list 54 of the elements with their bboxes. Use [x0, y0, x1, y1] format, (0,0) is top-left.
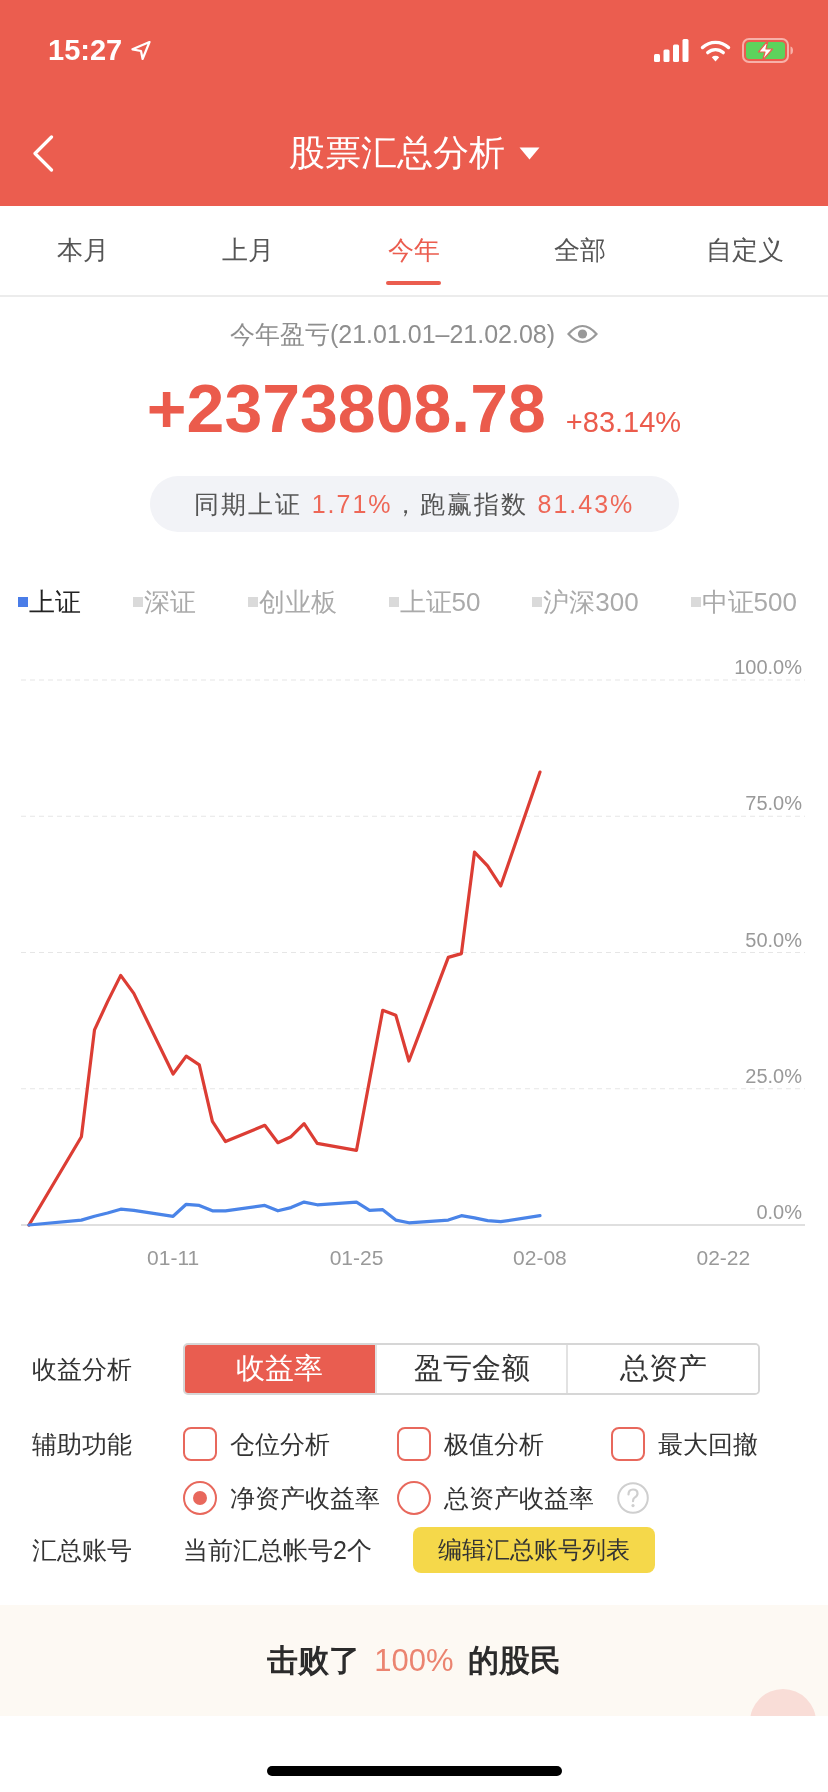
x-axis-label: 02-08 — [513, 1246, 567, 1269]
period-tab[interactable]: 自定义 — [662, 206, 828, 295]
rank-label: 击败了 — [267, 1641, 361, 1680]
checkbox[interactable] — [183, 1427, 217, 1461]
battery-charging-icon — [742, 37, 794, 63]
y-axis-label: 100.0% — [734, 656, 802, 678]
y-axis-label: 0.0% — [756, 1201, 802, 1223]
y-axis-label: 25.0% — [745, 1064, 802, 1087]
profit-amount: +2373808.78 — [146, 369, 546, 448]
comparison-label: ，跑赢指数 — [392, 488, 528, 520]
return-rate: +83.14% — [565, 405, 682, 440]
y-axis-label: 50.0% — [745, 928, 802, 951]
signal-icon — [654, 38, 689, 62]
period-tab[interactable]: 本月 — [0, 206, 166, 295]
comparison-label: 同期上证 — [193, 488, 302, 520]
radio-button[interactable] — [397, 1481, 431, 1515]
radio-button[interactable] — [183, 1481, 217, 1515]
radio-label: 净资产收益率 — [230, 1482, 380, 1514]
wifi-icon — [700, 38, 731, 62]
x-axis-label: 01-25 — [329, 1246, 384, 1269]
y-axis-label: 75.0% — [745, 792, 802, 815]
comparison-value: 1.71% — [311, 489, 393, 519]
comparison-value: 81.43% — [537, 489, 635, 519]
legend-item[interactable]: 上证 — [18, 584, 81, 620]
checkbox-label: 仓位分析 — [230, 1428, 330, 1460]
checkbox-label: 极值分析 — [444, 1428, 544, 1460]
account-count: 当前汇总帐号2个 — [183, 1534, 372, 1566]
back-icon[interactable] — [32, 134, 54, 172]
rank-label: 的股民 — [467, 1641, 561, 1680]
caret-down-icon — [518, 146, 540, 160]
checkbox[interactable] — [397, 1427, 431, 1461]
location-arrow-icon — [131, 40, 152, 60]
legend-marker-icon — [18, 597, 28, 607]
legend-marker-icon — [532, 597, 543, 607]
row-label: 收益分析 — [32, 1353, 132, 1385]
checkbox-label: 最大回撤 — [658, 1428, 758, 1460]
x-axis-label: 01-11 — [147, 1246, 200, 1269]
edit-accounts-button[interactable]: 编辑汇总账号列表 — [413, 1527, 655, 1573]
legend-marker-icon — [247, 597, 258, 607]
period-tab[interactable]: 全部 — [496, 206, 663, 295]
row-label: 汇总账号 — [32, 1534, 132, 1566]
legend-marker-icon — [690, 597, 701, 607]
x-axis-label: 02-22 — [696, 1246, 751, 1269]
legend-marker-icon — [132, 597, 143, 607]
eye-icon[interactable] — [567, 324, 599, 344]
segment-button[interactable]: 总资产 — [566, 1345, 758, 1393]
legend-marker-icon — [388, 597, 399, 607]
checkbox[interactable] — [611, 1427, 645, 1461]
row-label: 辅助功能 — [32, 1428, 132, 1460]
period-caption: 今年盈亏(21.01.01–21.02.08) — [229, 318, 556, 350]
status-time: 15:27 — [48, 33, 123, 67]
radio-label: 总资产收益率 — [444, 1482, 594, 1514]
rank-value: 100% — [374, 1642, 454, 1679]
period-tab[interactable]: 上月 — [165, 206, 332, 295]
